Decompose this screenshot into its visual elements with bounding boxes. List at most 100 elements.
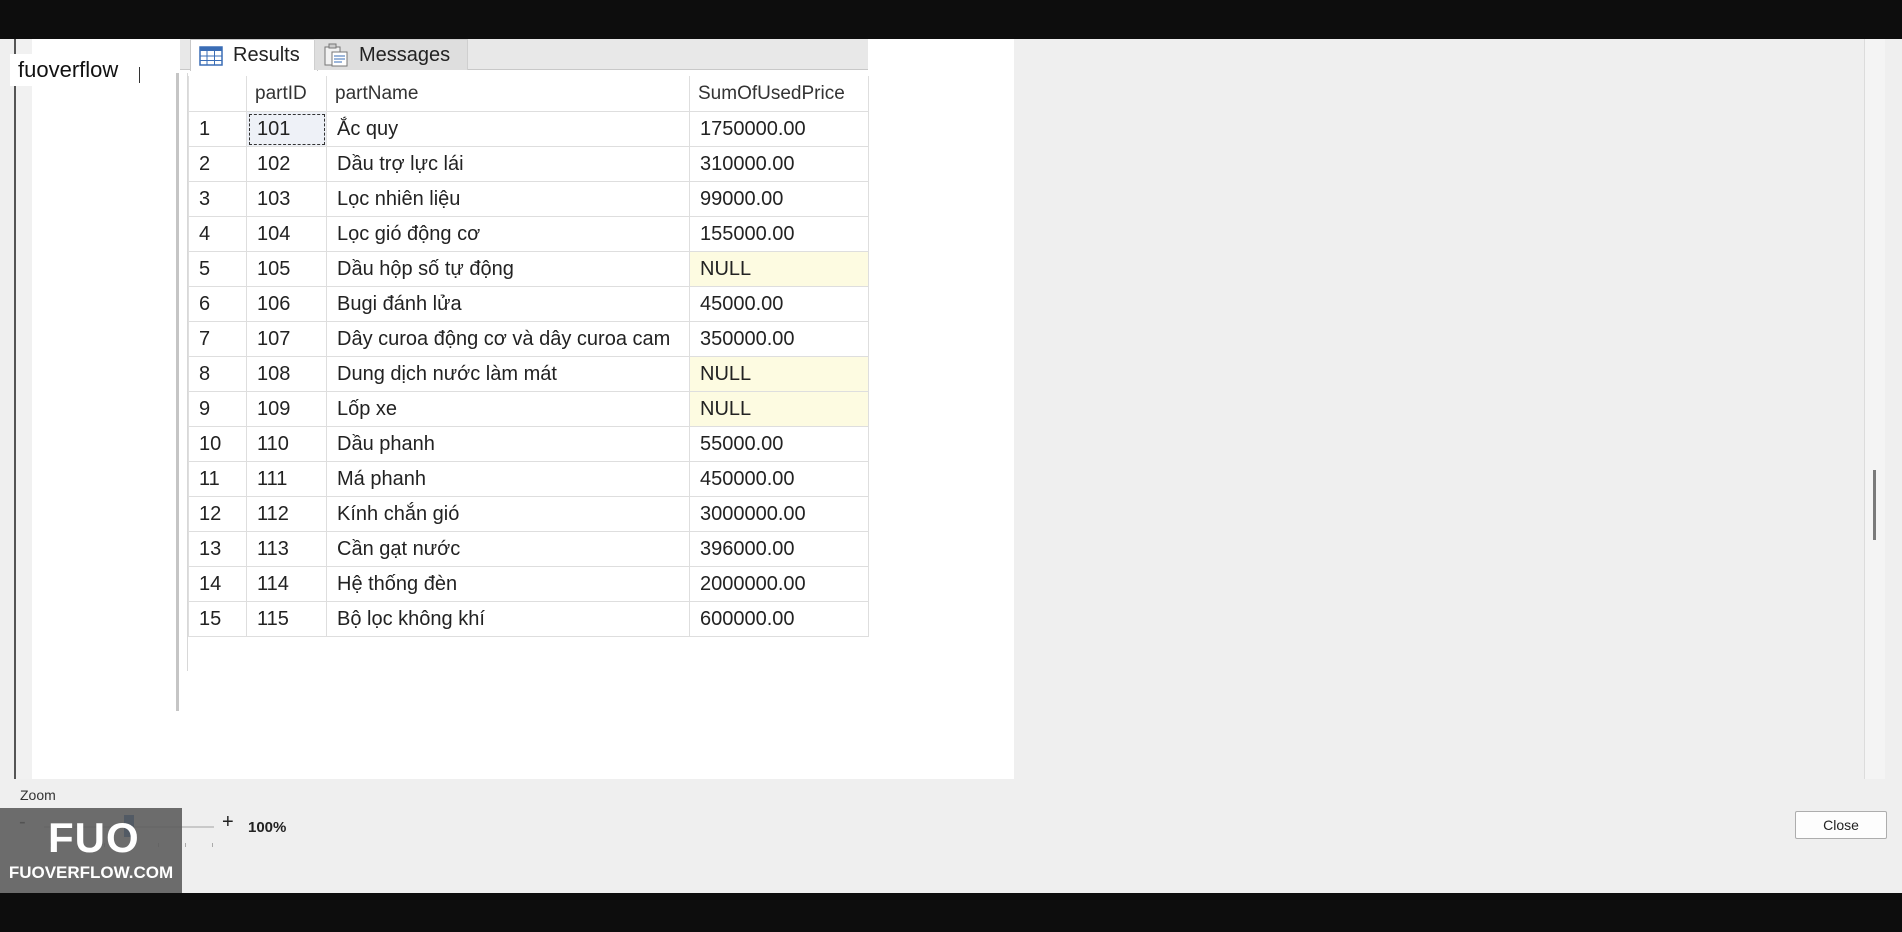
row-number-cell[interactable]: 9 [188,391,247,427]
partname-cell[interactable]: Kính chắn gió [326,496,690,532]
row-number-cell[interactable]: 1 [188,111,247,147]
row-number-cell[interactable]: 11 [188,461,247,497]
partid-cell[interactable]: 104 [246,216,327,252]
ssms-window: fuoverflow Results Messages partID partN… [0,39,1902,893]
table-row[interactable]: 9 109 Lốp xe NULL [188,391,869,427]
partname-cell[interactable]: Lọc gió động cơ [326,216,690,252]
partid-cell[interactable]: 115 [246,601,327,637]
sumofusedprice-cell[interactable]: 450000.00 [689,461,869,497]
sumofusedprice-cell[interactable]: 55000.00 [689,426,869,462]
zoom-label: Zoom [20,787,56,803]
sumofusedprice-cell[interactable]: 1750000.00 [689,111,869,147]
row-number-cell[interactable]: 7 [188,321,247,357]
sumofusedprice-cell[interactable]: 396000.00 [689,531,869,567]
row-number-cell[interactable]: 12 [188,496,247,532]
sumofusedprice-cell[interactable]: 350000.00 [689,321,869,357]
partid-cell[interactable]: 110 [246,426,327,462]
partid-cell[interactable]: 105 [246,251,327,287]
scrollbar-thumb[interactable] [1873,470,1876,540]
partname-cell[interactable]: Bugi đánh lửa [326,286,690,322]
zoom-tick [185,843,186,847]
tab-results[interactable]: Results [190,39,318,71]
zoom-in-button[interactable]: + [222,811,234,834]
row-number-cell[interactable]: 6 [188,286,247,322]
partname-cell[interactable]: Dầu phanh [326,426,690,462]
row-number-cell[interactable]: 8 [188,356,247,392]
partname-cell[interactable]: Bộ lọc không khí [326,601,690,637]
sumofusedprice-cell[interactable]: NULL [689,391,869,427]
sumofusedprice-cell[interactable]: NULL [689,356,869,392]
column-header-partid[interactable]: partID [246,76,327,112]
table-row[interactable]: 15 115 Bộ lọc không khí 600000.00 [188,601,869,637]
row-number-cell[interactable]: 4 [188,216,247,252]
partid-cell[interactable]: 109 [246,391,327,427]
partid-cell[interactable]: 101 [246,111,327,147]
row-number-cell[interactable]: 13 [188,531,247,567]
table-row[interactable]: 1 101 Ắc quy 1750000.00 [188,111,869,147]
grid-body: 1 101 Ắc quy 1750000.00 2 102 Dầu trợ lực lái 3… [188,111,869,637]
sumofusedprice-cell[interactable]: 310000.00 [689,146,869,182]
partid-cell[interactable]: 106 [246,286,327,322]
partid-cell[interactable]: 113 [246,531,327,567]
table-row[interactable]: 13 113 Cần gạt nước 396000.00 [188,531,869,567]
sumofusedprice-cell[interactable]: 99000.00 [689,181,869,217]
row-number-cell[interactable]: 2 [188,146,247,182]
grid-icon [199,45,223,66]
results-tab-strip: Results Messages [180,39,868,71]
table-row[interactable]: 14 114 Hệ thống đèn 2000000.00 [188,566,869,602]
sumofusedprice-cell[interactable]: 45000.00 [689,286,869,322]
table-row[interactable]: 4 104 Lọc gió động cơ 155000.00 [188,216,869,252]
row-number-cell[interactable]: 15 [188,601,247,637]
sumofusedprice-cell[interactable]: 155000.00 [689,216,869,252]
fuoverflow-logo: FUO FUOVERFLOW.COM [0,808,182,893]
table-row[interactable]: 6 106 Bugi đánh lửa 45000.00 [188,286,869,322]
partname-cell[interactable]: Ắc quy [326,111,690,147]
tab-messages-label: Messages [359,43,451,66]
close-button[interactable]: Close [1795,811,1887,839]
results-grid: partID partName SumOfUsedPrice 1 101 Ắc qu… [188,76,869,637]
partname-cell[interactable]: Má phanh [326,461,690,497]
table-row[interactable]: 5 105 Dầu hộp số tự động NULL [188,251,869,287]
partname-cell[interactable]: Dây curoa động cơ và dây curoa cam [326,321,690,357]
pane-gutter [16,39,32,779]
messages-icon [324,43,348,67]
tab-messages[interactable]: Messages [314,39,468,70]
column-header-partname[interactable]: partName [326,76,690,112]
right-blank-area [1014,39,1864,779]
partid-cell[interactable]: 102 [246,146,327,182]
sumofusedprice-cell[interactable]: 2000000.00 [689,566,869,602]
row-number-header[interactable] [188,76,247,112]
table-row[interactable]: 11 111 Má phanh 450000.00 [188,461,869,497]
partid-cell[interactable]: 103 [246,181,327,217]
sumofusedprice-cell[interactable]: 3000000.00 [689,496,869,532]
row-number-cell[interactable]: 10 [188,426,247,462]
text-caret [139,67,140,83]
partid-cell[interactable]: 107 [246,321,327,357]
table-row[interactable]: 10 110 Dầu phanh 55000.00 [188,426,869,462]
tab-results-label: Results [233,44,300,66]
table-row[interactable]: 12 112 Kính chắn gió 3000000.00 [188,496,869,532]
partid-cell[interactable]: 108 [246,356,327,392]
vertical-scrollbar[interactable] [1864,39,1885,779]
sumofusedprice-cell[interactable]: 600000.00 [689,601,869,637]
partname-cell[interactable]: Hệ thống đèn [326,566,690,602]
table-row[interactable]: 2 102 Dầu trợ lực lái 310000.00 [188,146,869,182]
zoom-tick [212,843,213,847]
table-row[interactable]: 8 108 Dung dịch nước làm mát NULL [188,356,869,392]
partid-cell[interactable]: 112 [246,496,327,532]
row-number-cell[interactable]: 3 [188,181,247,217]
table-row[interactable]: 7 107 Dây curoa động cơ và dây curoa cam 35… [188,321,869,357]
partid-cell[interactable]: 111 [246,461,327,497]
partname-cell[interactable]: Cần gạt nước [326,531,690,567]
partname-cell[interactable]: Lọc nhiên liệu [326,181,690,217]
table-row[interactable]: 3 103 Lọc nhiên liệu 99000.00 [188,181,869,217]
row-number-cell[interactable]: 14 [188,566,247,602]
row-number-cell[interactable]: 5 [188,251,247,287]
partid-cell[interactable]: 114 [246,566,327,602]
partname-cell[interactable]: Dung dịch nước làm mát [326,356,690,392]
partname-cell[interactable]: Dầu hộp số tự động [326,251,690,287]
partname-cell[interactable]: Dầu trợ lực lái [326,146,690,182]
partname-cell[interactable]: Lốp xe [326,391,690,427]
column-header-sumofusedprice[interactable]: SumOfUsedPrice [689,76,869,112]
sumofusedprice-cell[interactable]: NULL [689,251,869,287]
